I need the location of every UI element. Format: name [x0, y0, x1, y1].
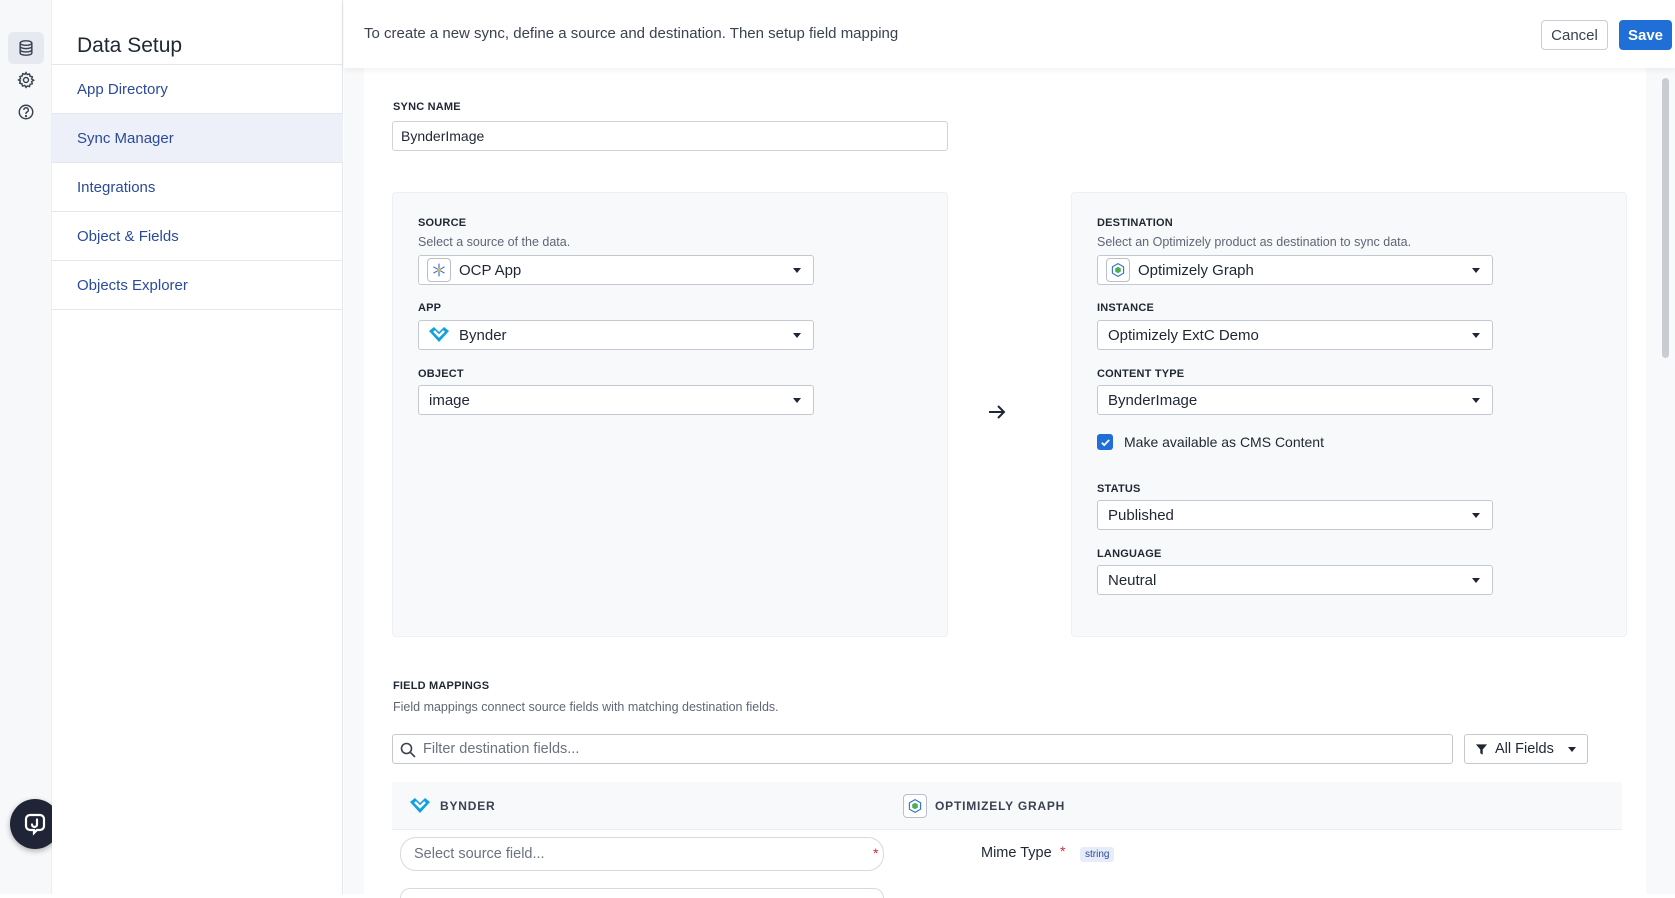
cancel-button[interactable]: Cancel [1541, 20, 1608, 50]
app-label: APP [418, 302, 442, 314]
object-label: OBJECT [418, 368, 464, 380]
chevron-down-icon [1568, 747, 1576, 752]
field-type-badge: string [1080, 847, 1115, 862]
nav-item-app-directory[interactable]: App Directory [52, 65, 343, 114]
chevron-down-icon [1472, 398, 1480, 403]
destination-card: DESTINATION Select an Optimizely product… [1071, 192, 1627, 637]
ocp-app-icon [427, 258, 451, 282]
nav-sidebar: Data Setup App Directory Sync Manager In… [52, 0, 343, 894]
required-marker: * [1060, 843, 1066, 859]
optimizely-graph-icon [1106, 258, 1130, 282]
destination-column-header: OPTIMIZELY GRAPH [903, 794, 1065, 818]
object-select[interactable]: image [418, 385, 814, 415]
source-card: SOURCE Select a source of the data. OCP … [392, 192, 948, 637]
instance-value: Optimizely ExtC Demo [1108, 326, 1259, 344]
chevron-down-icon [793, 333, 801, 338]
mapping-header: BYNDER OPTIMIZELY GRAPH [392, 782, 1622, 830]
field-mappings-label: FIELD MAPPINGS [393, 680, 490, 692]
destination-help: Select an Optimizely product as destinat… [1097, 235, 1412, 249]
optimizely-graph-icon [903, 794, 927, 818]
source-value: OCP App [459, 261, 522, 279]
bynder-icon [408, 794, 432, 818]
chevron-down-icon [1472, 578, 1480, 583]
source-column-label: BYNDER [440, 799, 496, 813]
instance-select[interactable]: Optimizely ExtC Demo [1097, 320, 1493, 350]
nav-title: Data Setup [77, 34, 183, 57]
chat-icon [24, 813, 46, 836]
destination-field-name: Mime Type [981, 845, 1052, 861]
chevron-down-icon [793, 268, 801, 273]
gear-icon[interactable] [8, 64, 44, 96]
filter-destination-input[interactable]: Filter destination fields... [392, 734, 1453, 764]
language-select[interactable]: Neutral [1097, 565, 1493, 595]
nav-item-object-fields[interactable]: Object & Fields [52, 212, 343, 261]
content-type-value: BynderImage [1108, 391, 1198, 409]
content-type-label: CONTENT TYPE [1097, 368, 1185, 380]
status-select[interactable]: Published [1097, 500, 1493, 530]
database-icon[interactable] [8, 32, 44, 64]
nav-list: App Directory Sync Manager Integrations … [52, 64, 343, 310]
header-instruction: To create a new sync, define a source an… [364, 25, 899, 42]
source-label: SOURCE [418, 217, 467, 229]
nav-item-objects-explorer[interactable]: Objects Explorer [52, 261, 343, 310]
destination-value: Optimizely Graph [1138, 261, 1254, 279]
cms-content-checkbox[interactable] [1097, 434, 1113, 450]
sync-name-label: SYNC NAME [393, 101, 461, 113]
sync-name-input[interactable]: BynderImage [392, 121, 948, 151]
source-column-header: BYNDER [408, 794, 495, 818]
mapping-row: Select source field... * Mime Type * str… [392, 830, 1622, 898]
destination-label: DESTINATION [1097, 217, 1173, 229]
destination-select[interactable]: Optimizely Graph [1097, 255, 1493, 285]
content-type-select[interactable]: BynderImage [1097, 385, 1493, 415]
source-field-select[interactable]: Select source field... [400, 837, 884, 871]
save-button[interactable]: Save [1619, 20, 1672, 50]
source-select[interactable]: OCP App [418, 255, 814, 285]
search-icon [400, 742, 416, 758]
status-label: STATUS [1097, 483, 1141, 495]
nav-item-sync-manager[interactable]: Sync Manager [52, 114, 343, 163]
all-fields-label: All Fields [1495, 741, 1554, 757]
all-fields-filter-button[interactable]: All Fields [1464, 734, 1588, 764]
object-value: image [429, 391, 470, 409]
help-icon[interactable] [8, 96, 44, 128]
cms-content-label: Make available as CMS Content [1124, 434, 1324, 450]
bynder-icon [427, 323, 451, 347]
source-field-select-next[interactable] [400, 888, 884, 898]
chevron-down-icon [793, 398, 801, 403]
checkmark-icon [1100, 438, 1110, 446]
required-marker: * [873, 845, 879, 861]
nav-item-integrations[interactable]: Integrations [52, 163, 343, 212]
destination-column-label: OPTIMIZELY GRAPH [935, 799, 1066, 813]
chevron-down-icon [1472, 513, 1480, 518]
scrollbar[interactable] [1662, 78, 1669, 358]
arrow-right-icon [989, 405, 1006, 419]
main-area: SYNC NAME BynderImage SOURCE Select a so… [344, 68, 1675, 898]
page-header: To create a new sync, define a source an… [344, 0, 1675, 68]
source-help: Select a source of the data. [418, 235, 571, 249]
funnel-icon [1475, 743, 1488, 755]
app-select[interactable]: Bynder [418, 320, 814, 350]
language-value: Neutral [1108, 571, 1157, 589]
language-label: LANGUAGE [1097, 548, 1162, 560]
status-value: Published [1108, 506, 1174, 524]
app-value: Bynder [459, 326, 507, 344]
instance-label: INSTANCE [1097, 302, 1155, 314]
icon-rail [0, 0, 60, 894]
chevron-down-icon [1472, 268, 1480, 273]
field-mappings-help: Field mappings connect source fields wit… [393, 700, 779, 714]
sync-form: SYNC NAME BynderImage SOURCE Select a so… [364, 68, 1646, 898]
chevron-down-icon [1472, 333, 1480, 338]
filter-placeholder: Filter destination fields... [423, 741, 580, 757]
